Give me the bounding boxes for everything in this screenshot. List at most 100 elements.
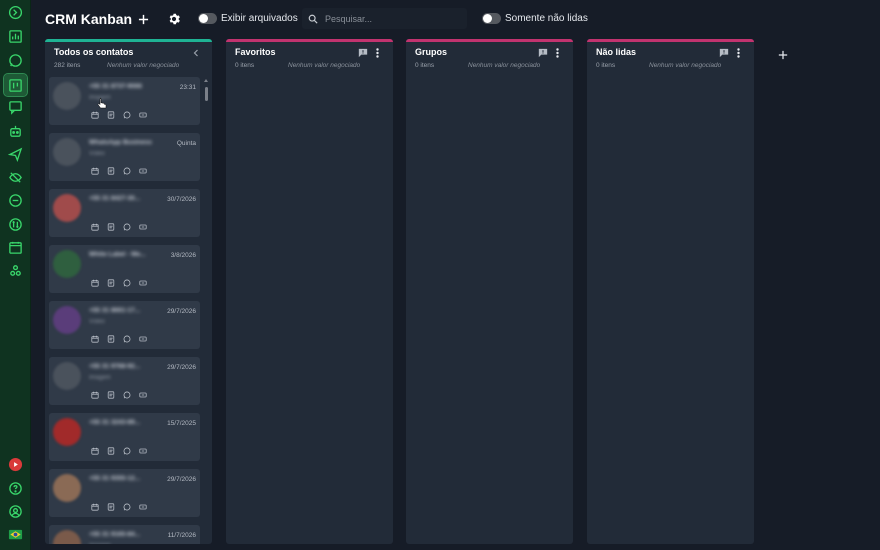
contact-card[interactable]: +55 31 3243-89... 15/7/2025 xyxy=(49,413,200,461)
contact-name: +55 31 8427-30... xyxy=(89,195,141,202)
contact-name: +55 31 3243-89... xyxy=(89,419,141,426)
youtube-icon[interactable] xyxy=(7,456,24,473)
calendar-clock-icon[interactable] xyxy=(90,110,99,119)
send-icon[interactable] xyxy=(7,146,24,163)
message-alert-icon xyxy=(358,48,367,57)
whatsapp-icon[interactable] xyxy=(122,502,131,511)
ticket-icon[interactable] xyxy=(138,166,147,175)
help-icon[interactable] xyxy=(7,480,24,497)
contact-card[interactable]: +55 31 8737-9066 Imagem 23:31 xyxy=(49,77,200,125)
calendar-icon[interactable] xyxy=(7,239,24,256)
ticket-icon[interactable] xyxy=(138,222,147,231)
column-count: 0 itens xyxy=(596,62,616,69)
whatsapp-icon[interactable] xyxy=(7,52,24,69)
card-actions xyxy=(90,166,147,175)
ticket-icon[interactable] xyxy=(138,110,147,119)
brazil-flag-icon[interactable] xyxy=(7,526,24,543)
column-menu-button[interactable] xyxy=(733,47,744,58)
last-message-preview: Vídeo xyxy=(89,151,105,157)
note-icon[interactable] xyxy=(106,278,115,287)
card-actions xyxy=(90,390,147,399)
scroll-up-icon[interactable] xyxy=(204,79,208,82)
settings-button[interactable] xyxy=(166,11,182,27)
note-icon[interactable] xyxy=(106,334,115,343)
contact-card[interactable]: +55 31 8427-30... 30/7/2026 xyxy=(49,189,200,237)
calendar-clock-icon[interactable] xyxy=(90,278,99,287)
note-icon[interactable] xyxy=(106,166,115,175)
add-column-button[interactable] xyxy=(775,47,791,63)
column-count: 282 itens xyxy=(54,62,81,69)
column-value: Nenhum valor negociado xyxy=(468,62,541,69)
link-icon[interactable] xyxy=(7,192,24,209)
whatsapp-icon[interactable] xyxy=(122,334,131,343)
calendar-clock-icon[interactable] xyxy=(90,222,99,231)
show-archived-toggle[interactable] xyxy=(198,13,217,24)
kanban-icon[interactable] xyxy=(3,73,28,97)
logo-icon[interactable] xyxy=(7,4,24,21)
top-bar: CRM Kanban Exibir arquivados Somente não… xyxy=(31,0,880,38)
contact-card[interactable]: +55 31 9165-84... Imagem 11/7/2026 xyxy=(49,525,200,544)
contact-card[interactable]: +55 31 9768-92... Imagem 29/7/2026 xyxy=(49,357,200,405)
last-message-date: Quinta xyxy=(176,140,196,147)
column-menu-button[interactable] xyxy=(552,47,563,58)
whatsapp-icon[interactable] xyxy=(122,166,131,175)
only-unread-toggle[interactable] xyxy=(482,13,501,24)
contact-card[interactable]: +55 31 8661-17... Vídeo 29/7/2026 xyxy=(49,301,200,349)
account-icon[interactable] xyxy=(7,503,24,520)
scrollbar[interactable] xyxy=(204,79,209,541)
eye-off-icon[interactable] xyxy=(7,169,24,186)
column-title: Favoritos xyxy=(235,47,276,57)
calendar-clock-icon[interactable] xyxy=(90,166,99,175)
bot-icon[interactable] xyxy=(7,123,24,140)
last-message-date: 11/7/2026 xyxy=(167,532,196,539)
contact-card[interactable]: WhatsApp Business Vídeo Quinta xyxy=(49,133,200,181)
column-color-bar xyxy=(587,39,754,42)
whatsapp-icon[interactable] xyxy=(122,110,131,119)
webhook-icon[interactable] xyxy=(7,262,24,279)
calendar-clock-icon[interactable] xyxy=(90,334,99,343)
whatsapp-icon[interactable] xyxy=(122,278,131,287)
note-icon[interactable] xyxy=(106,222,115,231)
contact-name: White Label - Me... xyxy=(89,251,146,258)
column-message-button[interactable] xyxy=(357,47,368,58)
column-message-button[interactable] xyxy=(537,47,548,58)
note-icon[interactable] xyxy=(106,390,115,399)
page-title: CRM Kanban xyxy=(45,11,133,27)
note-icon[interactable] xyxy=(106,446,115,455)
column-color-bar xyxy=(226,39,393,42)
add-board-button[interactable] xyxy=(135,11,151,27)
whatsapp-icon[interactable] xyxy=(122,446,131,455)
avatar xyxy=(53,418,81,446)
ticket-icon[interactable] xyxy=(138,502,147,511)
search-input[interactable] xyxy=(325,13,455,24)
calendar-clock-icon[interactable] xyxy=(90,502,99,511)
note-icon[interactable] xyxy=(106,110,115,119)
card-actions xyxy=(90,222,147,231)
contact-name: +55 31 8737-9066 xyxy=(89,83,142,90)
message-alert-icon xyxy=(719,48,728,57)
campaign-icon[interactable] xyxy=(7,99,24,116)
scrollbar-thumb[interactable] xyxy=(205,87,208,101)
ticket-icon[interactable] xyxy=(138,390,147,399)
calendar-clock-icon[interactable] xyxy=(90,390,99,399)
column-message-button[interactable] xyxy=(718,47,729,58)
ticket-icon[interactable] xyxy=(138,334,147,343)
column-value: Nenhum valor negociado xyxy=(288,62,361,69)
collapse-column-button[interactable] xyxy=(190,47,201,58)
ticket-icon[interactable] xyxy=(138,278,147,287)
contact-card[interactable]: +55 31 9355-12... 29/7/2026 xyxy=(49,469,200,517)
card-actions xyxy=(90,110,147,119)
whatsapp-icon[interactable] xyxy=(122,390,131,399)
column-menu-button[interactable] xyxy=(372,47,383,58)
calendar-clock-icon[interactable] xyxy=(90,446,99,455)
chart-icon[interactable] xyxy=(7,28,24,45)
note-icon[interactable] xyxy=(106,502,115,511)
card-list[interactable]: +55 31 8737-9066 Imagem 23:31 WhatsApp Busi… xyxy=(49,77,201,544)
ticket-icon[interactable] xyxy=(138,446,147,455)
search-box[interactable] xyxy=(302,8,467,29)
contact-card[interactable]: White Label - Me... 3/8/2026 xyxy=(49,245,200,293)
whatsapp-icon[interactable] xyxy=(122,222,131,231)
avatar xyxy=(53,474,81,502)
avatar xyxy=(53,306,81,334)
transfer-icon[interactable] xyxy=(7,216,24,233)
